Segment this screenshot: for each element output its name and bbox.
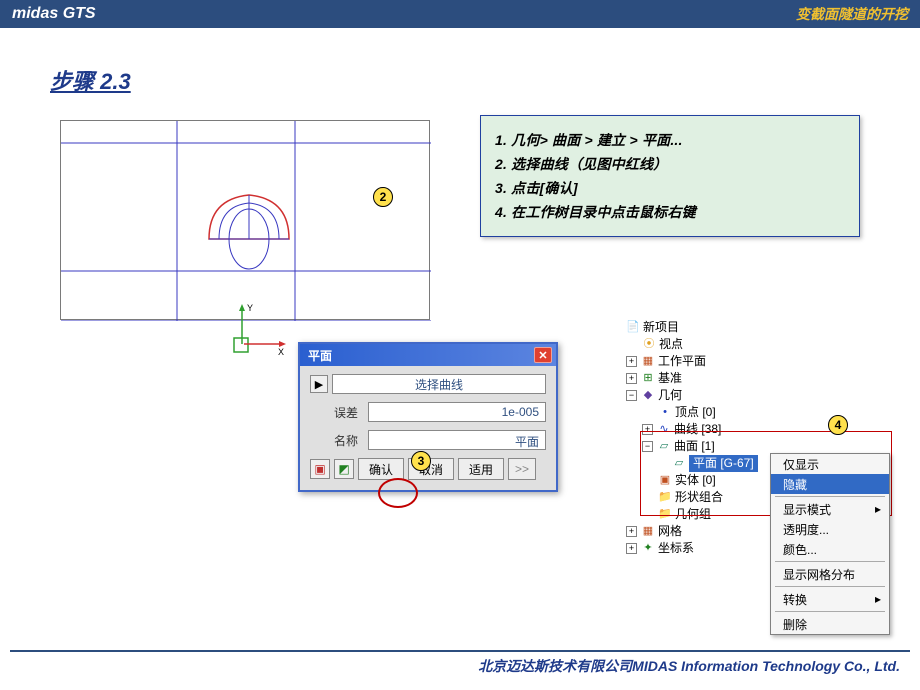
tree-datum[interactable]: 基准 xyxy=(658,370,682,387)
tree-project[interactable]: 新项目 xyxy=(643,319,679,336)
expand-icon[interactable]: + xyxy=(626,373,637,384)
name-input[interactable]: 平面 xyxy=(368,430,546,450)
surface-icon: ▱ xyxy=(657,440,671,454)
menu-color[interactable]: 颜色... xyxy=(771,539,889,559)
app-title: midas GTS xyxy=(12,5,96,23)
select-arrow-icon[interactable]: ▶ xyxy=(310,375,328,393)
expand-icon[interactable]: + xyxy=(642,424,653,435)
tree-mesh[interactable]: 网格 xyxy=(658,523,682,540)
tree-workplane[interactable]: 工作平面 xyxy=(658,353,706,370)
instruction-line: 4. 在工作树目录中点击鼠标右键 xyxy=(495,202,845,222)
instruction-line: 1. 几何> 曲面 > 建立 > 平面... xyxy=(495,130,845,150)
viewport xyxy=(60,120,430,320)
footer-text: 北京迈达斯技术有限公司MIDAS Information Technology … xyxy=(478,656,900,676)
step-title: 步骤 2.3 xyxy=(50,64,920,96)
expand-icon[interactable]: + xyxy=(626,543,637,554)
annotation-2: 2 xyxy=(373,187,393,207)
close-icon[interactable]: ✕ xyxy=(534,347,552,363)
menu-hide[interactable]: 隐藏 xyxy=(771,474,889,494)
svg-text:Y: Y xyxy=(247,303,253,313)
menu-separator xyxy=(775,496,885,497)
tree-plane[interactable]: 平面 [G-67] xyxy=(689,455,758,472)
solid-icon: ▣ xyxy=(658,474,672,488)
tree-surface[interactable]: 曲面 [1] xyxy=(674,438,715,455)
header-bar: midas GTS 变截面隧道的开挖 xyxy=(0,0,920,28)
display-icon[interactable]: ▣ xyxy=(310,459,330,479)
annotation-3: 3 xyxy=(411,451,431,471)
plane-icon: ▱ xyxy=(672,457,686,471)
tolerance-input[interactable]: 1e-005 xyxy=(368,402,546,422)
tree-curve[interactable]: 曲线 [38] xyxy=(674,421,721,438)
collapse-icon[interactable]: − xyxy=(642,441,653,452)
menu-show-only[interactable]: 仅显示 xyxy=(771,454,889,474)
instruction-line: 3. 点击[确认] xyxy=(495,178,845,198)
viewpoint-icon: ⦿ xyxy=(642,338,656,352)
next-button[interactable]: >> xyxy=(508,458,536,480)
slide-subtitle: 变截面隧道的开挖 xyxy=(796,4,908,24)
tree-solid[interactable]: 实体 [0] xyxy=(675,472,716,489)
coord-icon: ✦ xyxy=(641,542,655,556)
menu-transform[interactable]: 转换▸ xyxy=(771,589,889,609)
datum-icon: ⊞ xyxy=(641,372,655,386)
shape-group-icon: 📁 xyxy=(658,491,672,505)
collapse-icon[interactable]: − xyxy=(626,390,637,401)
instruction-line: 2. 选择曲线（见图中红线） xyxy=(495,154,845,174)
apply-button[interactable]: 适用 xyxy=(458,458,504,480)
tree-geo-group[interactable]: 几何组 xyxy=(675,506,711,523)
annotation-4: 4 xyxy=(828,415,848,435)
tree-geometry[interactable]: 几何 xyxy=(658,387,682,404)
context-menu[interactable]: 仅显示 隐藏 显示模式▸ 透明度... 颜色... 显示网格分布 转换▸ 删除 xyxy=(770,453,890,635)
dialog-title: 平面 xyxy=(308,347,332,364)
chevron-right-icon: ▸ xyxy=(875,502,881,516)
name-label: 名称 xyxy=(310,432,358,449)
footer-separator xyxy=(10,650,910,652)
vertex-icon: • xyxy=(658,406,672,420)
mesh-icon: ▦ xyxy=(641,525,655,539)
tool-icon[interactable]: ◩ xyxy=(334,459,354,479)
menu-separator xyxy=(775,586,885,587)
tree-coord[interactable]: 坐标系 xyxy=(658,540,694,557)
axis-widget: Y X xyxy=(230,300,290,360)
plane-dialog: 平面 ✕ ▶ 选择曲线 误差 1e-005 名称 平面 ▣ ◩ 确认 取消 适用… xyxy=(298,342,558,492)
expand-icon[interactable]: + xyxy=(626,526,637,537)
ok-button[interactable]: 确认 xyxy=(358,458,404,480)
menu-transparency[interactable]: 透明度... xyxy=(771,519,889,539)
tolerance-label: 误差 xyxy=(310,404,358,421)
workplane-icon: ▦ xyxy=(641,355,655,369)
menu-show-mesh[interactable]: 显示网格分布 xyxy=(771,564,889,584)
menu-display-mode[interactable]: 显示模式▸ xyxy=(771,499,889,519)
work-tree[interactable]: 📄 新项目 ⦿ 视点 + ▦ 工作平面 + ⊞ 基准 − ◆ 几何 • 顶点 [… xyxy=(620,319,758,557)
menu-separator xyxy=(775,561,885,562)
geo-group-icon: 📁 xyxy=(658,508,672,522)
svg-text:X: X xyxy=(278,347,284,357)
menu-separator xyxy=(775,611,885,612)
select-curve-field[interactable]: 选择曲线 xyxy=(332,374,546,394)
tree-shape-group[interactable]: 形状组合 xyxy=(675,489,723,506)
curve-icon: ∿ xyxy=(657,423,671,437)
menu-delete[interactable]: 删除 xyxy=(771,614,889,634)
geometry-icon: ◆ xyxy=(641,389,655,403)
chevron-right-icon: ▸ xyxy=(875,592,881,606)
dialog-titlebar[interactable]: 平面 ✕ xyxy=(300,344,556,366)
instruction-box: 1. 几何> 曲面 > 建立 > 平面... 2. 选择曲线（见图中红线） 3.… xyxy=(480,115,860,237)
project-icon: 📄 xyxy=(626,321,640,335)
tree-viewpoint[interactable]: 视点 xyxy=(659,336,683,353)
tree-vertex[interactable]: 顶点 [0] xyxy=(675,404,716,421)
expand-icon[interactable]: + xyxy=(626,356,637,367)
